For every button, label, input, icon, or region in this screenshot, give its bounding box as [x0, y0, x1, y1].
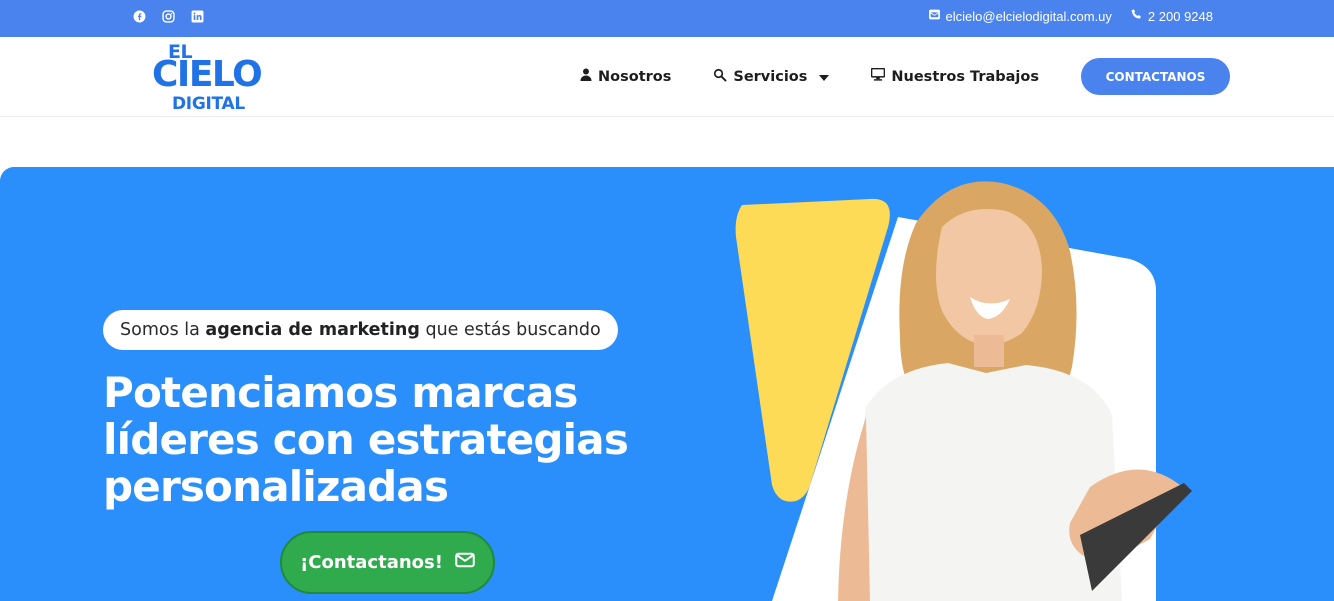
instagram-icon[interactable] — [161, 9, 175, 23]
headline-line-2: líderes con — [103, 415, 368, 464]
tagline-pre: Somos la — [120, 320, 206, 340]
contact-info: elcielo@elcielodigital.com.uy 2 200 9248 — [928, 8, 1213, 24]
tagline-post: que estás buscando — [419, 320, 601, 340]
phone-icon — [1130, 8, 1143, 24]
site-header: EL CIELO DIGITAL Nosotros Servicios Nues… — [0, 37, 1334, 117]
user-icon — [580, 68, 592, 85]
nav-label-servicios: Servicios — [733, 68, 808, 85]
facebook-icon[interactable] — [132, 9, 146, 23]
social-links — [132, 9, 204, 23]
main-nav: Nosotros Servicios Nuestros Trabajos CON… — [580, 58, 1230, 95]
headline-line-2-bold: estrategias — [367, 415, 629, 464]
phone-text: 2 200 9248 — [1147, 8, 1213, 24]
headline-line-3: personalizadas — [103, 462, 449, 511]
tagline-bold: agencia de marketing — [205, 320, 420, 340]
hero-illustration — [735, 181, 1192, 601]
search-icon — [713, 68, 727, 86]
contactanos-button[interactable]: CONTACTANOS — [1081, 58, 1230, 95]
email-link[interactable]: elcielo@elcielodigital.com.uy — [928, 8, 1112, 24]
hero-tagline-pill: Somos la agencia de marketing que estás … — [103, 310, 618, 350]
nav-item-nuestros-trabajos[interactable]: Nuestros Trabajos — [871, 67, 1039, 85]
hero-section: Somos la agencia de marketing que estás … — [0, 167, 1334, 601]
envelope-icon — [928, 8, 941, 24]
chevron-down-icon — [819, 69, 830, 85]
nav-item-servicios[interactable]: Servicios — [713, 68, 830, 86]
email-text: elcielo@elcielodigital.com.uy — [945, 8, 1112, 24]
logo-line-2: CIELO — [152, 54, 263, 95]
nav-item-nosotros[interactable]: Nosotros — [580, 68, 671, 85]
hero-headline: Potenciamos marcas líderes con estrategi… — [103, 369, 723, 510]
brand-logo[interactable]: EL CIELO DIGITAL — [152, 41, 282, 113]
phone-link[interactable]: 2 200 9248 — [1130, 8, 1213, 24]
hero-contact-button[interactable]: ¡Contactanos! — [280, 531, 495, 594]
nav-label-nosotros: Nosotros — [598, 68, 672, 85]
nav-label-nuestros-trabajos: Nuestros Trabajos — [891, 68, 1039, 85]
hero-contact-label: ¡Contactanos! — [300, 552, 443, 573]
envelope-icon — [455, 552, 475, 573]
headline-line-1: Potenciamos marcas — [103, 368, 578, 417]
linkedin-icon[interactable] — [190, 9, 204, 23]
logo-line-3: DIGITAL — [172, 94, 245, 114]
top-bar: elcielo@elcielodigital.com.uy 2 200 9248 — [0, 0, 1334, 37]
monitor-icon — [871, 67, 886, 85]
